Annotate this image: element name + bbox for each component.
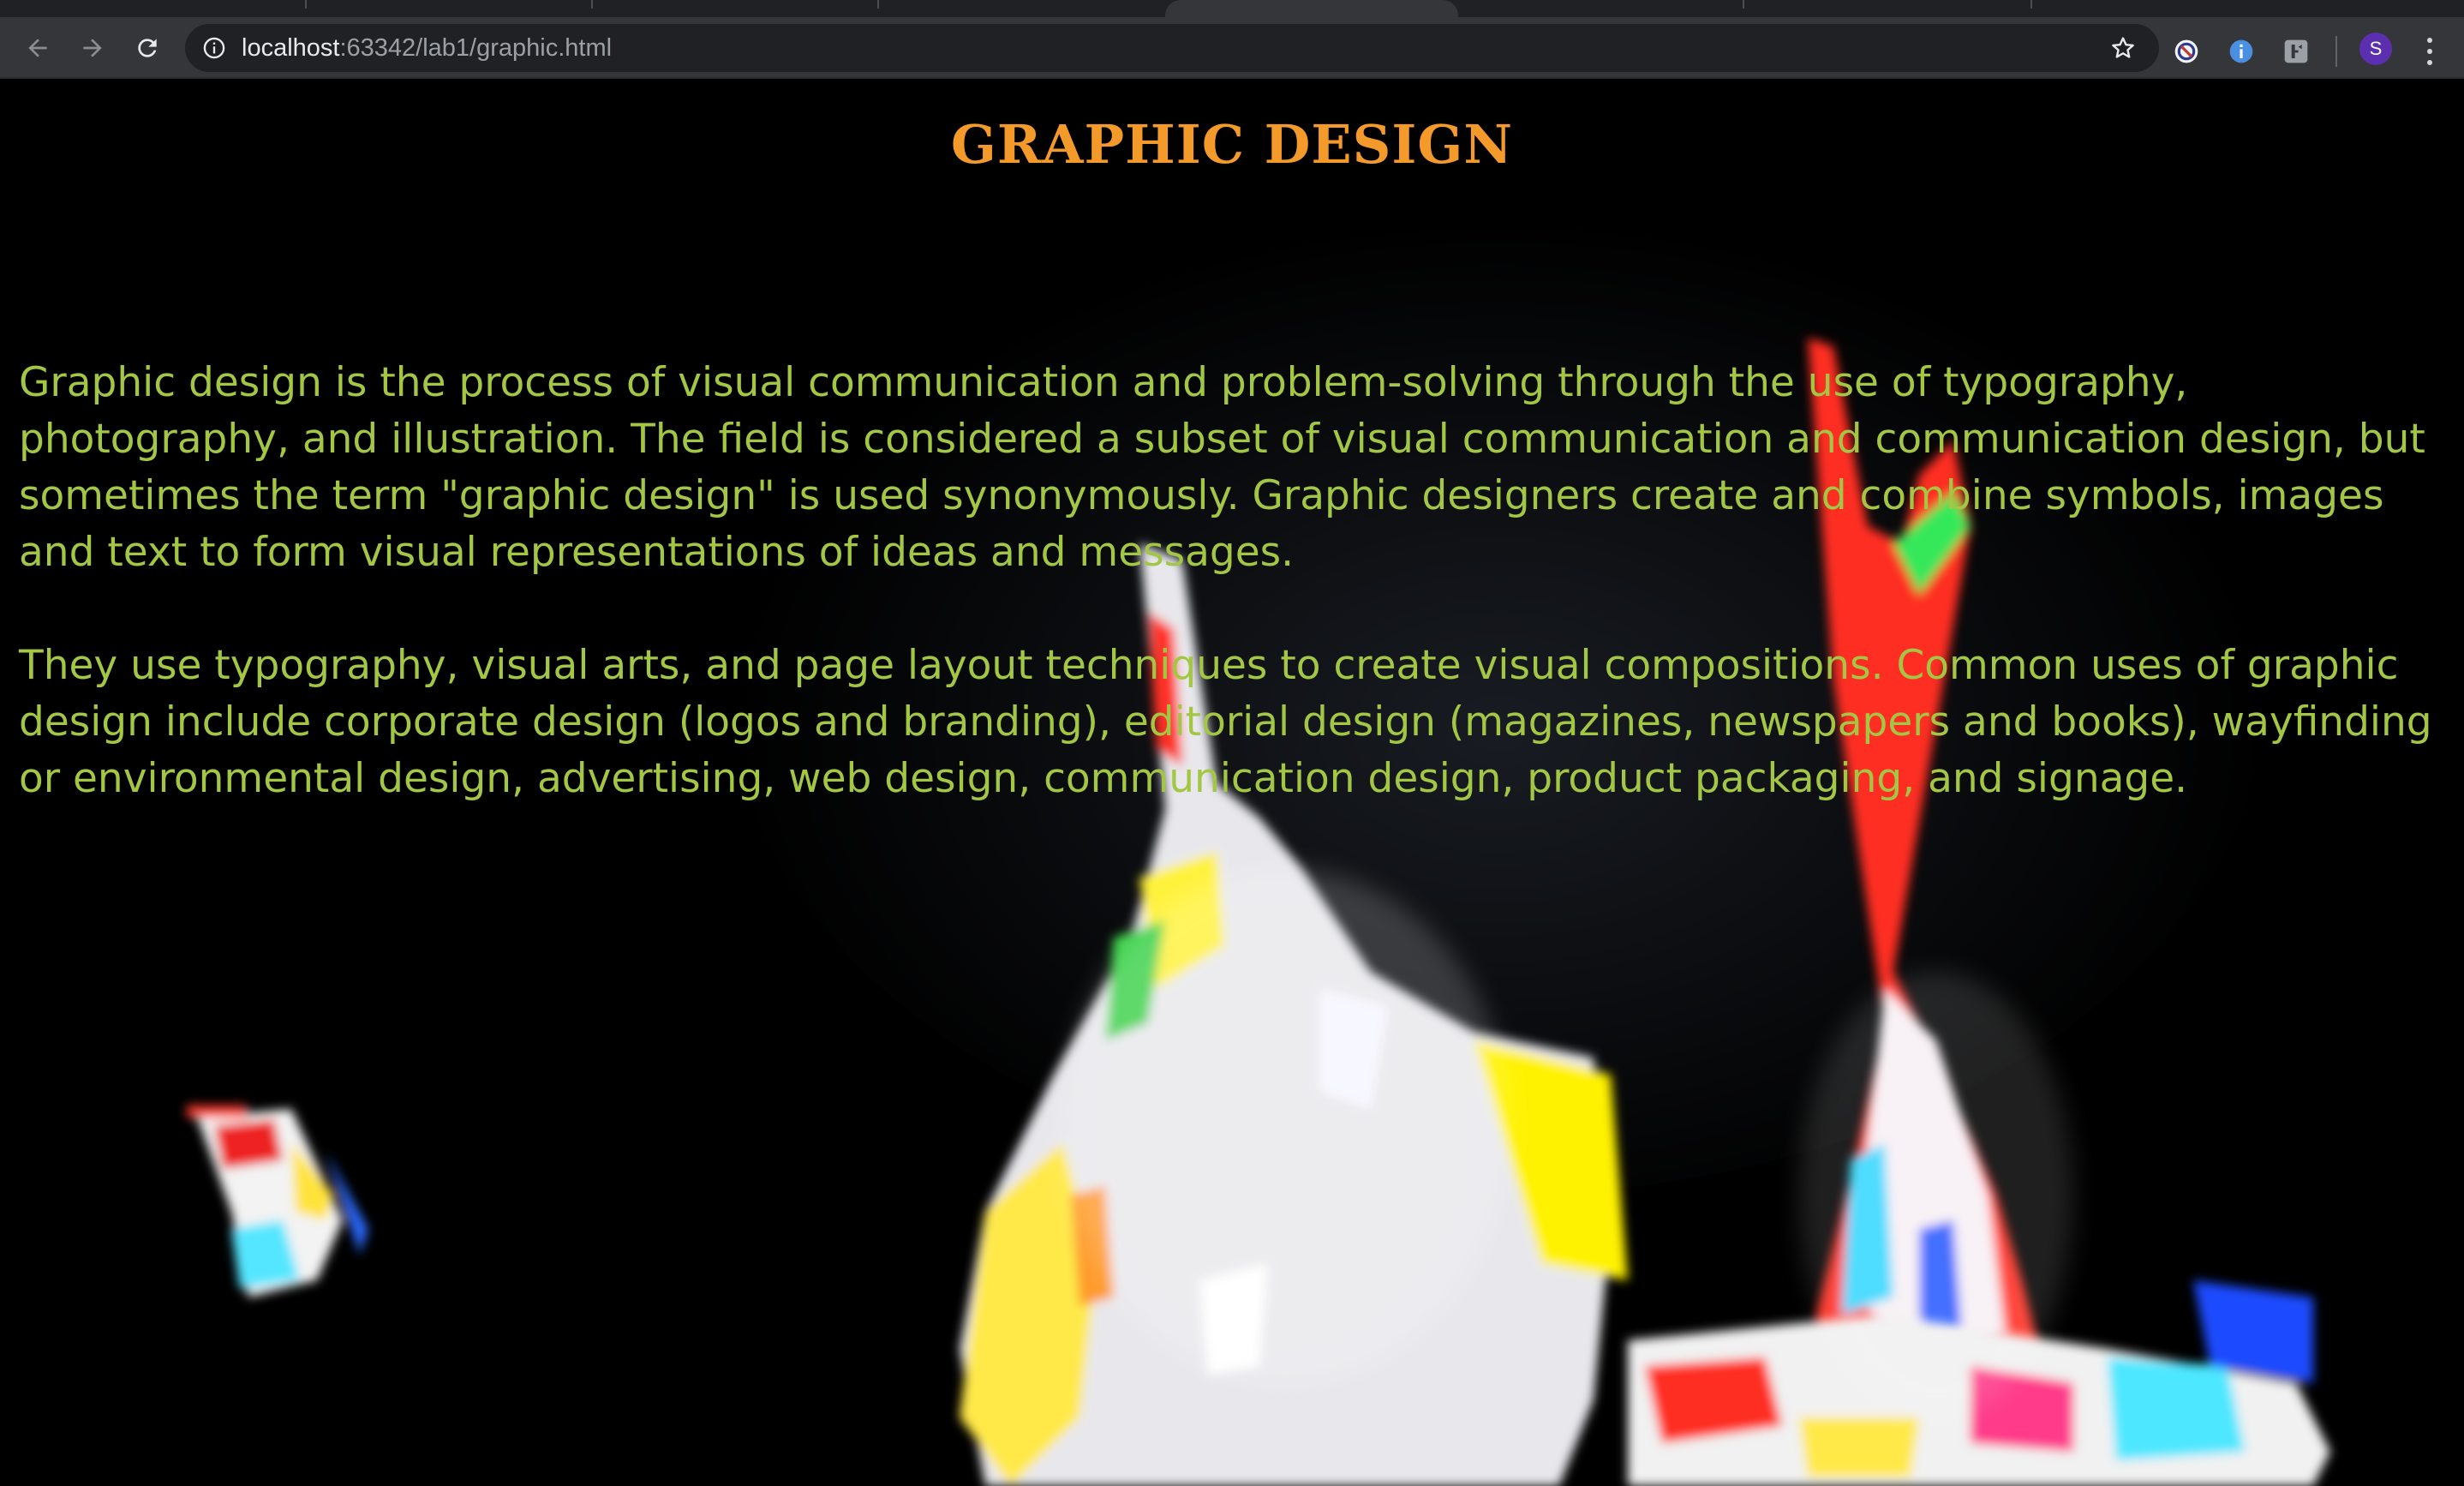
- browser-toolbar: localhost:63342/lab1/graphic.html S: [0, 17, 2464, 79]
- reload-button[interactable]: [127, 27, 168, 69]
- extension-icon[interactable]: [2282, 38, 2310, 65]
- reload-icon: [138, 39, 157, 57]
- url-path: :63342/lab1/graphic.html: [339, 34, 613, 62]
- url-text[interactable]: localhost:63342/lab1/graphic.html: [242, 24, 612, 72]
- info-extension-icon[interactable]: [2228, 38, 2255, 65]
- forward-arrow-icon: [83, 39, 102, 57]
- back-arrow-icon: [28, 39, 47, 57]
- tab-separator: [305, 0, 307, 9]
- tab-separator: [2030, 0, 2032, 9]
- main-content: Graphic design is the process of visual …: [19, 355, 2443, 864]
- kebab-menu-icon[interactable]: [2418, 34, 2442, 69]
- star-icon[interactable]: [2109, 34, 2137, 62]
- url-host: localhost: [242, 34, 340, 62]
- avatar[interactable]: S: [2359, 33, 2392, 65]
- page-viewport: GRAPHIC DESIGN Graphic design is the pro…: [0, 81, 2464, 1486]
- page-title: GRAPHIC DESIGN: [950, 113, 1514, 176]
- tab-separator: [591, 0, 593, 9]
- info-icon[interactable]: [202, 36, 226, 60]
- back-button[interactable]: [17, 27, 58, 69]
- toolbar-divider: [2335, 36, 2337, 67]
- tab-separator: [877, 0, 879, 9]
- tab-strip: [0, 0, 2464, 17]
- tab-separator: [1743, 0, 1744, 9]
- intro-paragraph: Graphic design is the process of visual …: [19, 359, 2425, 576]
- uses-paragraph: They use typography, visual arts, and pa…: [19, 642, 2432, 802]
- active-tab[interactable]: [1165, 0, 1458, 17]
- forward-button[interactable]: [72, 27, 113, 69]
- address-bar[interactable]: localhost:63342/lab1/graphic.html: [185, 24, 2159, 72]
- block-extension-icon[interactable]: [2173, 38, 2200, 65]
